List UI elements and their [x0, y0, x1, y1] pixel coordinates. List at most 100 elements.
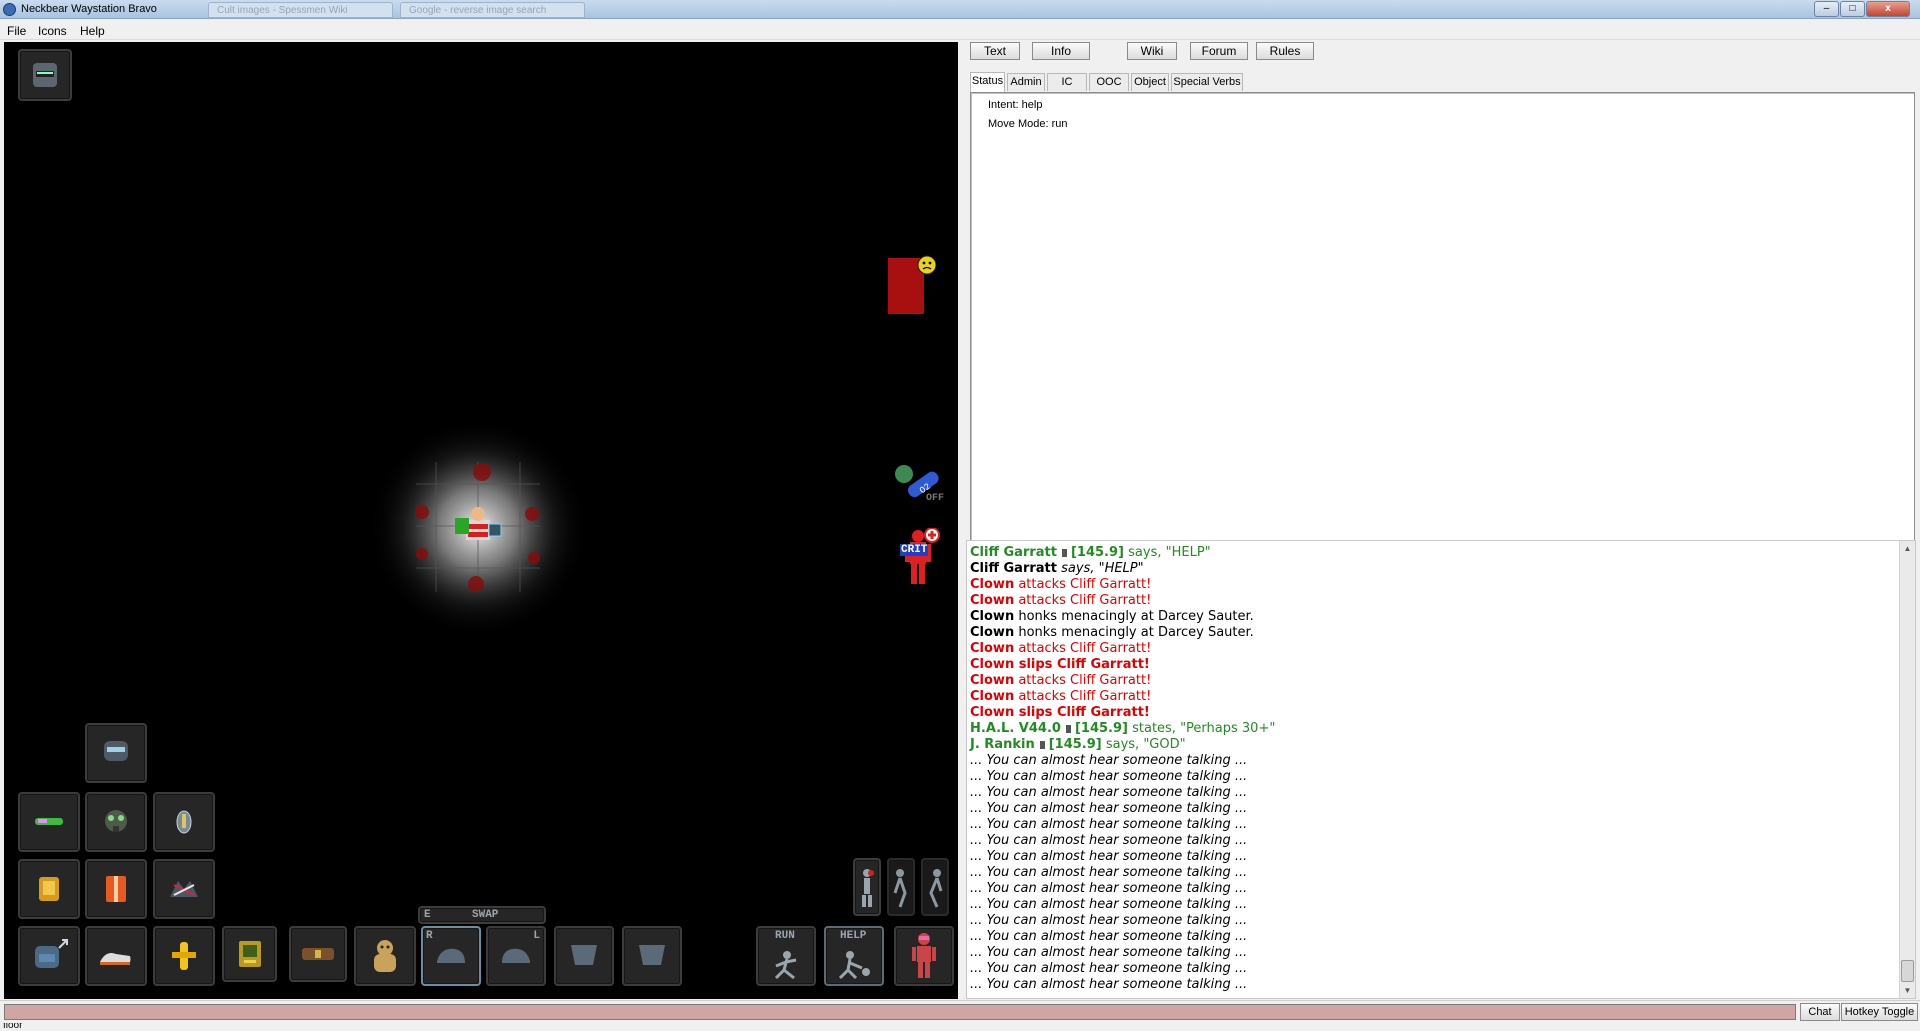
chat-message: Clown honks menacingly at Darcey Sauter.	[970, 625, 1254, 641]
message-text: states, "Perhaps 30+"	[1127, 721, 1276, 736]
whisper-text: ... You can almost hear someone talking …	[970, 769, 1248, 784]
whisper-text: ... You can almost hear someone talking …	[970, 833, 1248, 848]
message-text: slips Cliff Garratt!	[1014, 657, 1150, 672]
scroll-up-arrow-icon[interactable]: ▲	[1900, 541, 1915, 556]
left-hand-icon	[502, 948, 530, 963]
scroll-thumb[interactable]	[1901, 960, 1914, 982]
tab-ooc[interactable]: OOC	[1089, 73, 1129, 91]
hover-target-text: floor	[3, 1023, 23, 1031]
forum-button[interactable]: Forum	[1190, 42, 1248, 60]
chat-message: Clown attacks Cliff Garratt!	[970, 593, 1151, 609]
tab-status[interactable]: Status	[970, 72, 1005, 92]
minimize-button[interactable]: –	[1814, 1, 1839, 17]
pocket-slot-2[interactable]	[622, 926, 682, 986]
pocket-slot-1[interactable]	[554, 926, 614, 986]
game-map-view[interactable]: O2 OFF CRIT E SWAP R L RUN HELP	[4, 42, 958, 999]
gas-mask-icon	[105, 810, 127, 832]
menu-help[interactable]: Help	[80, 24, 105, 38]
id-belt-slot[interactable]	[153, 926, 215, 986]
intent-button[interactable]: HELP	[824, 926, 884, 986]
right-hand-slot[interactable]: R	[421, 926, 481, 986]
zone-select-button[interactable]	[894, 926, 954, 986]
hotkey-toggle-button[interactable]: Hotkey Toggle	[1841, 1003, 1918, 1021]
wiki-button[interactable]: Wiki	[1127, 42, 1177, 60]
chat-message: Clown attacks Cliff Garratt!	[970, 577, 1151, 593]
pull-button[interactable]	[853, 858, 881, 916]
close-button[interactable]: x	[1866, 1, 1910, 17]
back-slot[interactable]	[354, 926, 416, 986]
toolbelt-icon	[302, 948, 334, 960]
speaker-name: Clown	[970, 641, 1015, 656]
left-hand-slot[interactable]: L	[486, 926, 546, 986]
tab-special-verbs[interactable]: Special Verbs	[1171, 73, 1243, 91]
chat-message: ... You can almost hear someone talking …	[970, 881, 1247, 897]
rest-button[interactable]	[921, 858, 949, 916]
command-input[interactable]	[4, 1004, 1796, 1020]
ears-slot[interactable]	[153, 792, 215, 852]
maximize-button[interactable]: □	[1840, 1, 1865, 17]
right-hand-label: R	[426, 930, 433, 942]
info-button[interactable]: Info	[1032, 42, 1090, 60]
window-title: Neckbear Waystation Bravo	[21, 3, 157, 15]
whisper-text: ... You can almost hear someone talking …	[970, 945, 1248, 960]
speaker-name: H.A.L. V44.0	[970, 721, 1061, 736]
app-globe-icon	[3, 3, 16, 16]
chat-message: ... You can almost hear someone talking …	[970, 833, 1247, 849]
move-mode-status: Move Mode: run	[988, 118, 1068, 130]
whisper-text: ... You can almost hear someone talking …	[970, 817, 1248, 832]
message-text: honks menacingly at Darcey Sauter.	[1014, 609, 1254, 624]
background-browser-tab[interactable]: Cult images - Spessmen Wiki	[208, 2, 393, 18]
mask-slot[interactable]	[18, 49, 72, 101]
uniform-slot[interactable]	[85, 859, 147, 919]
pocket-icon	[639, 945, 665, 965]
chat-message: Cliff Garratt [145.9] says, "HELP"	[970, 545, 1211, 561]
internals-indicator[interactable]: O2 OFF	[892, 462, 952, 508]
right-panel: Text Info Wiki Forum Rules Status Admin …	[962, 42, 1920, 999]
whisper-text: ... You can almost hear someone talking …	[970, 753, 1248, 768]
radio-icon	[1061, 548, 1067, 557]
message-text: attacks Cliff Garratt!	[1014, 593, 1152, 608]
gloves-icon	[170, 881, 198, 897]
chat-button[interactable]: Chat	[1800, 1003, 1840, 1021]
shoes-slot[interactable]	[85, 926, 147, 986]
resist-button[interactable]	[887, 858, 915, 916]
running-figure-icon	[774, 951, 797, 980]
chat-message: ... You can almost hear someone talking …	[970, 929, 1247, 945]
rest-icon	[929, 869, 943, 908]
toggle-inventory-button[interactable]	[18, 926, 80, 986]
gloves-slot[interactable]	[153, 859, 215, 919]
mood-indicator[interactable]	[888, 254, 936, 318]
text-button[interactable]: Text	[970, 42, 1020, 60]
speaker-name: Clown	[970, 673, 1015, 688]
tab-ic[interactable]: IC	[1047, 73, 1087, 91]
resist-icon	[893, 869, 907, 908]
tab-object[interactable]: Object	[1131, 73, 1169, 91]
scroll-down-arrow-icon[interactable]: ▼	[1900, 983, 1915, 998]
move-mode-button[interactable]: RUN	[756, 926, 816, 986]
health-doll[interactable]: CRIT	[896, 528, 944, 592]
background-browser-tab[interactable]: Google - reverse image search	[400, 2, 585, 18]
belt-slot[interactable]	[289, 926, 347, 982]
menu-file[interactable]: File	[7, 24, 26, 38]
head-slot[interactable]	[85, 723, 147, 783]
tab-admin[interactable]: Admin	[1007, 73, 1045, 91]
armor-vest-icon	[39, 877, 59, 901]
chat-scrollbar[interactable]: ▲ ▼	[1899, 541, 1915, 998]
glasses-slot[interactable]	[18, 792, 80, 852]
mask-face-slot[interactable]	[85, 792, 147, 852]
chat-message: Clown attacks Cliff Garratt!	[970, 689, 1151, 705]
game-world	[368, 418, 588, 638]
whisper-text: ... You can almost hear someone talking …	[970, 801, 1248, 816]
menu-bar: File Icons Help	[0, 20, 1920, 40]
speaker-name: Clown	[970, 625, 1015, 640]
left-hand-label: L	[533, 930, 540, 942]
rules-button[interactable]: Rules	[1256, 42, 1314, 60]
chat-message: ... You can almost hear someone talking …	[970, 977, 1247, 993]
whisper-text: ... You can almost hear someone talking …	[970, 785, 1248, 800]
id-slot[interactable]	[222, 926, 277, 982]
shoes-icon	[100, 953, 131, 965]
swap-hands-button[interactable]: E SWAP	[418, 906, 546, 924]
menu-icons[interactable]: Icons	[38, 24, 67, 38]
suit-slot[interactable]	[18, 859, 80, 919]
held-item-sprite	[488, 523, 502, 537]
